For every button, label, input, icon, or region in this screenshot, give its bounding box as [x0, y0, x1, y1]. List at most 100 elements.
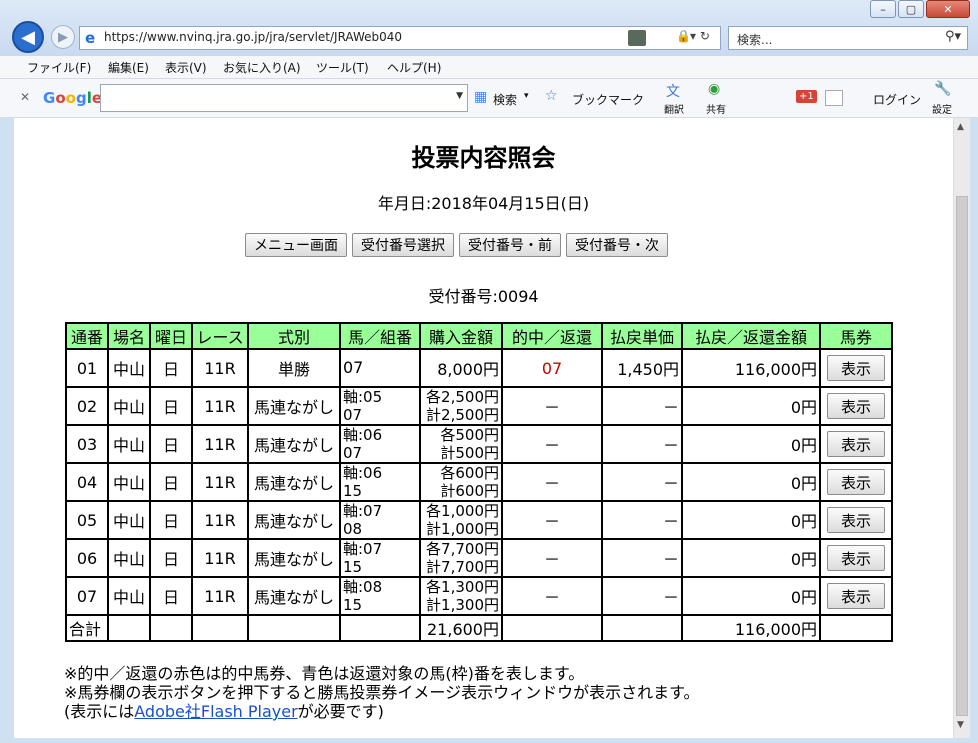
show-ticket-button[interactable]: 表示	[827, 431, 885, 457]
total-empty	[339, 614, 421, 642]
wrench-icon[interactable]: 🔧	[934, 81, 951, 97]
cell-race: 11R	[191, 500, 249, 540]
show-ticket-button[interactable]: 表示	[827, 545, 885, 571]
search-icon[interactable]: ⚲▾	[945, 29, 961, 44]
cell-race: 11R	[191, 424, 249, 464]
cell-ticket: 表示	[819, 538, 893, 578]
cell-amount: 各500円 計500円	[419, 424, 503, 464]
cell-type: 馬連ながし	[247, 500, 341, 540]
cell-no: 05	[65, 500, 109, 540]
translate-icon[interactable]: 文	[666, 81, 680, 101]
scroll-down-icon[interactable]: ▼	[957, 720, 964, 730]
cell-combo: 軸:06 07	[339, 424, 421, 464]
cell-race: 11R	[191, 386, 249, 426]
cell-place: 中山	[107, 348, 151, 388]
star-icon[interactable]: ☆	[545, 88, 558, 104]
lock-icon[interactable]: 🔒	[676, 29, 691, 43]
cell-unit: －	[601, 424, 683, 464]
cell-type: 単勝	[247, 348, 341, 388]
vertical-scrollbar[interactable]: ▲ ▼	[953, 118, 970, 738]
header-amount: 購入金額	[419, 322, 503, 350]
show-ticket-button[interactable]: 表示	[827, 393, 885, 419]
cell-hit: －	[501, 538, 603, 578]
cell-race: 11R	[191, 576, 249, 616]
total-empty	[501, 614, 603, 642]
menu-file[interactable]: ファイル(F)	[27, 59, 91, 76]
cell-amount: 各2,500円 計2,500円	[419, 386, 503, 426]
cell-type: 馬連ながし	[247, 538, 341, 578]
dropdown-arrow-icon[interactable]: ▼	[456, 91, 463, 101]
table-row: 03 中山 日 11R 馬連ながし 軸:06 07 各500円 計500円 － － …	[65, 424, 893, 464]
cell-payout: 0円	[681, 462, 821, 502]
cell-ticket: 表示	[819, 576, 893, 616]
refresh-icon[interactable]: ▾ ↻	[690, 29, 710, 43]
flash-player-link[interactable]: Adobe社Flash Player	[134, 702, 297, 721]
ie-logo-icon: e	[85, 29, 96, 47]
close-icon[interactable]: ✕	[926, 0, 970, 18]
scrollbar-thumb[interactable]	[956, 196, 968, 716]
google-toolbar: ✕ Google ▼ ▦ 検索 ▾ ☆ ブックマーク 文 翻訳 ◉ 共有 +1 …	[0, 79, 978, 118]
cell-race: 11R	[191, 348, 249, 388]
toolbar-settings[interactable]: 設定	[932, 101, 952, 116]
cell-hit: －	[501, 424, 603, 464]
toolbar-bookmark[interactable]: ブックマーク	[572, 91, 644, 108]
search-box[interactable]: 検索... ⚲▾	[728, 26, 968, 50]
minimize-icon[interactable]: –	[870, 0, 896, 18]
google-search-input[interactable]: ▼	[100, 84, 468, 112]
cell-ticket: 表示	[819, 386, 893, 426]
receipt-prev-button[interactable]: 受付番号・前	[459, 233, 561, 257]
receipt-select-button[interactable]: 受付番号選択	[352, 233, 454, 257]
maximize-icon[interactable]: ▢	[898, 0, 924, 18]
scroll-up-icon[interactable]: ▲	[957, 122, 964, 132]
menu-favorites[interactable]: お気に入り(A)	[223, 59, 301, 76]
cell-combo: 軸:05 07	[339, 386, 421, 426]
note-line-3: (表示にはAdobe社Flash Playerが必要です)	[64, 702, 700, 721]
menu-tools[interactable]: ツール(T)	[316, 59, 369, 76]
google-search-icon[interactable]: ▦	[474, 89, 487, 105]
cell-no: 01	[65, 348, 109, 388]
show-ticket-button[interactable]: 表示	[827, 469, 885, 495]
cell-hit: 07	[501, 348, 603, 388]
cell-combo: 軸:07 15	[339, 538, 421, 578]
search-placeholder: 検索...	[737, 33, 773, 47]
toolbar-search-dropdown-icon[interactable]: ▾	[524, 91, 529, 101]
address-bar[interactable]: e https://www.nvinq.jra.go.jp/jra/servle…	[79, 26, 721, 50]
gplus-button[interactable]: +1	[796, 90, 817, 103]
show-ticket-button[interactable]: 表示	[827, 507, 885, 533]
share-icon[interactable]: ◉	[708, 81, 720, 97]
toolbar-login[interactable]: ログイン	[873, 91, 921, 108]
header-no: 通番	[65, 322, 109, 350]
show-ticket-button[interactable]: 表示	[827, 355, 885, 381]
menu-view[interactable]: 表示(V)	[165, 59, 207, 76]
show-ticket-button[interactable]: 表示	[827, 583, 885, 609]
receipt-next-button[interactable]: 受付番号・次	[566, 233, 668, 257]
note-line-2: ※馬券欄の表示ボタンを押下すると勝馬投票券イメージ表示ウィンドウが表示されます。	[64, 683, 700, 702]
header-payout: 払戻／返還金額	[681, 322, 821, 350]
total-empty	[107, 614, 151, 642]
toolbar-search[interactable]: 検索	[493, 91, 517, 108]
table-row: 01 中山 日 11R 単勝 07 8,000円 07 1,450円 116,0…	[65, 348, 893, 388]
menu-help[interactable]: ヘルプ(H)	[387, 59, 441, 76]
table-row: 06 中山 日 11R 馬連ながし 軸:07 15 各7,700円 計7,700円 …	[65, 538, 893, 578]
cell-type: 馬連ながし	[247, 576, 341, 616]
back-arrow-icon[interactable]: ◀	[12, 21, 44, 53]
table-row: 04 中山 日 11R 馬連ながし 軸:06 15 各600円 計600円 － － …	[65, 462, 893, 502]
google-logo: Google	[43, 89, 103, 107]
menu-bar: ファイル(F) 編集(E) 表示(V) お気に入り(A) ツール(T) ヘルプ(…	[0, 56, 978, 79]
menu-edit[interactable]: 編集(E)	[108, 59, 149, 76]
page-content: 投票内容照会 年月日:2018年04月15日(日) メニュー画面 受付番号選択 …	[14, 118, 953, 738]
cell-amount: 各600円 計600円	[419, 462, 503, 502]
toolbar-close-icon[interactable]: ✕	[20, 90, 30, 104]
cell-payout: 0円	[681, 424, 821, 464]
note-line-3-post: が必要です)	[297, 702, 384, 721]
navigation-bar: – ▢ ✕ ◀ ▶ e https://www.nvinq.jra.go.jp/…	[0, 0, 978, 56]
toolbar-share[interactable]: 共有	[706, 101, 726, 116]
cell-amount: 各7,700円 計7,700円	[419, 538, 503, 578]
menu-screen-button[interactable]: メニュー画面	[245, 233, 347, 257]
table-row: 02 中山 日 11R 馬連ながし 軸:05 07 各2,500円 計2,500円 …	[65, 386, 893, 426]
toolbar-translate[interactable]: 翻訳	[664, 101, 684, 116]
cell-place: 中山	[107, 462, 151, 502]
forward-arrow-icon[interactable]: ▶	[51, 25, 75, 49]
cell-unit: －	[601, 386, 683, 426]
cell-payout: 0円	[681, 386, 821, 426]
